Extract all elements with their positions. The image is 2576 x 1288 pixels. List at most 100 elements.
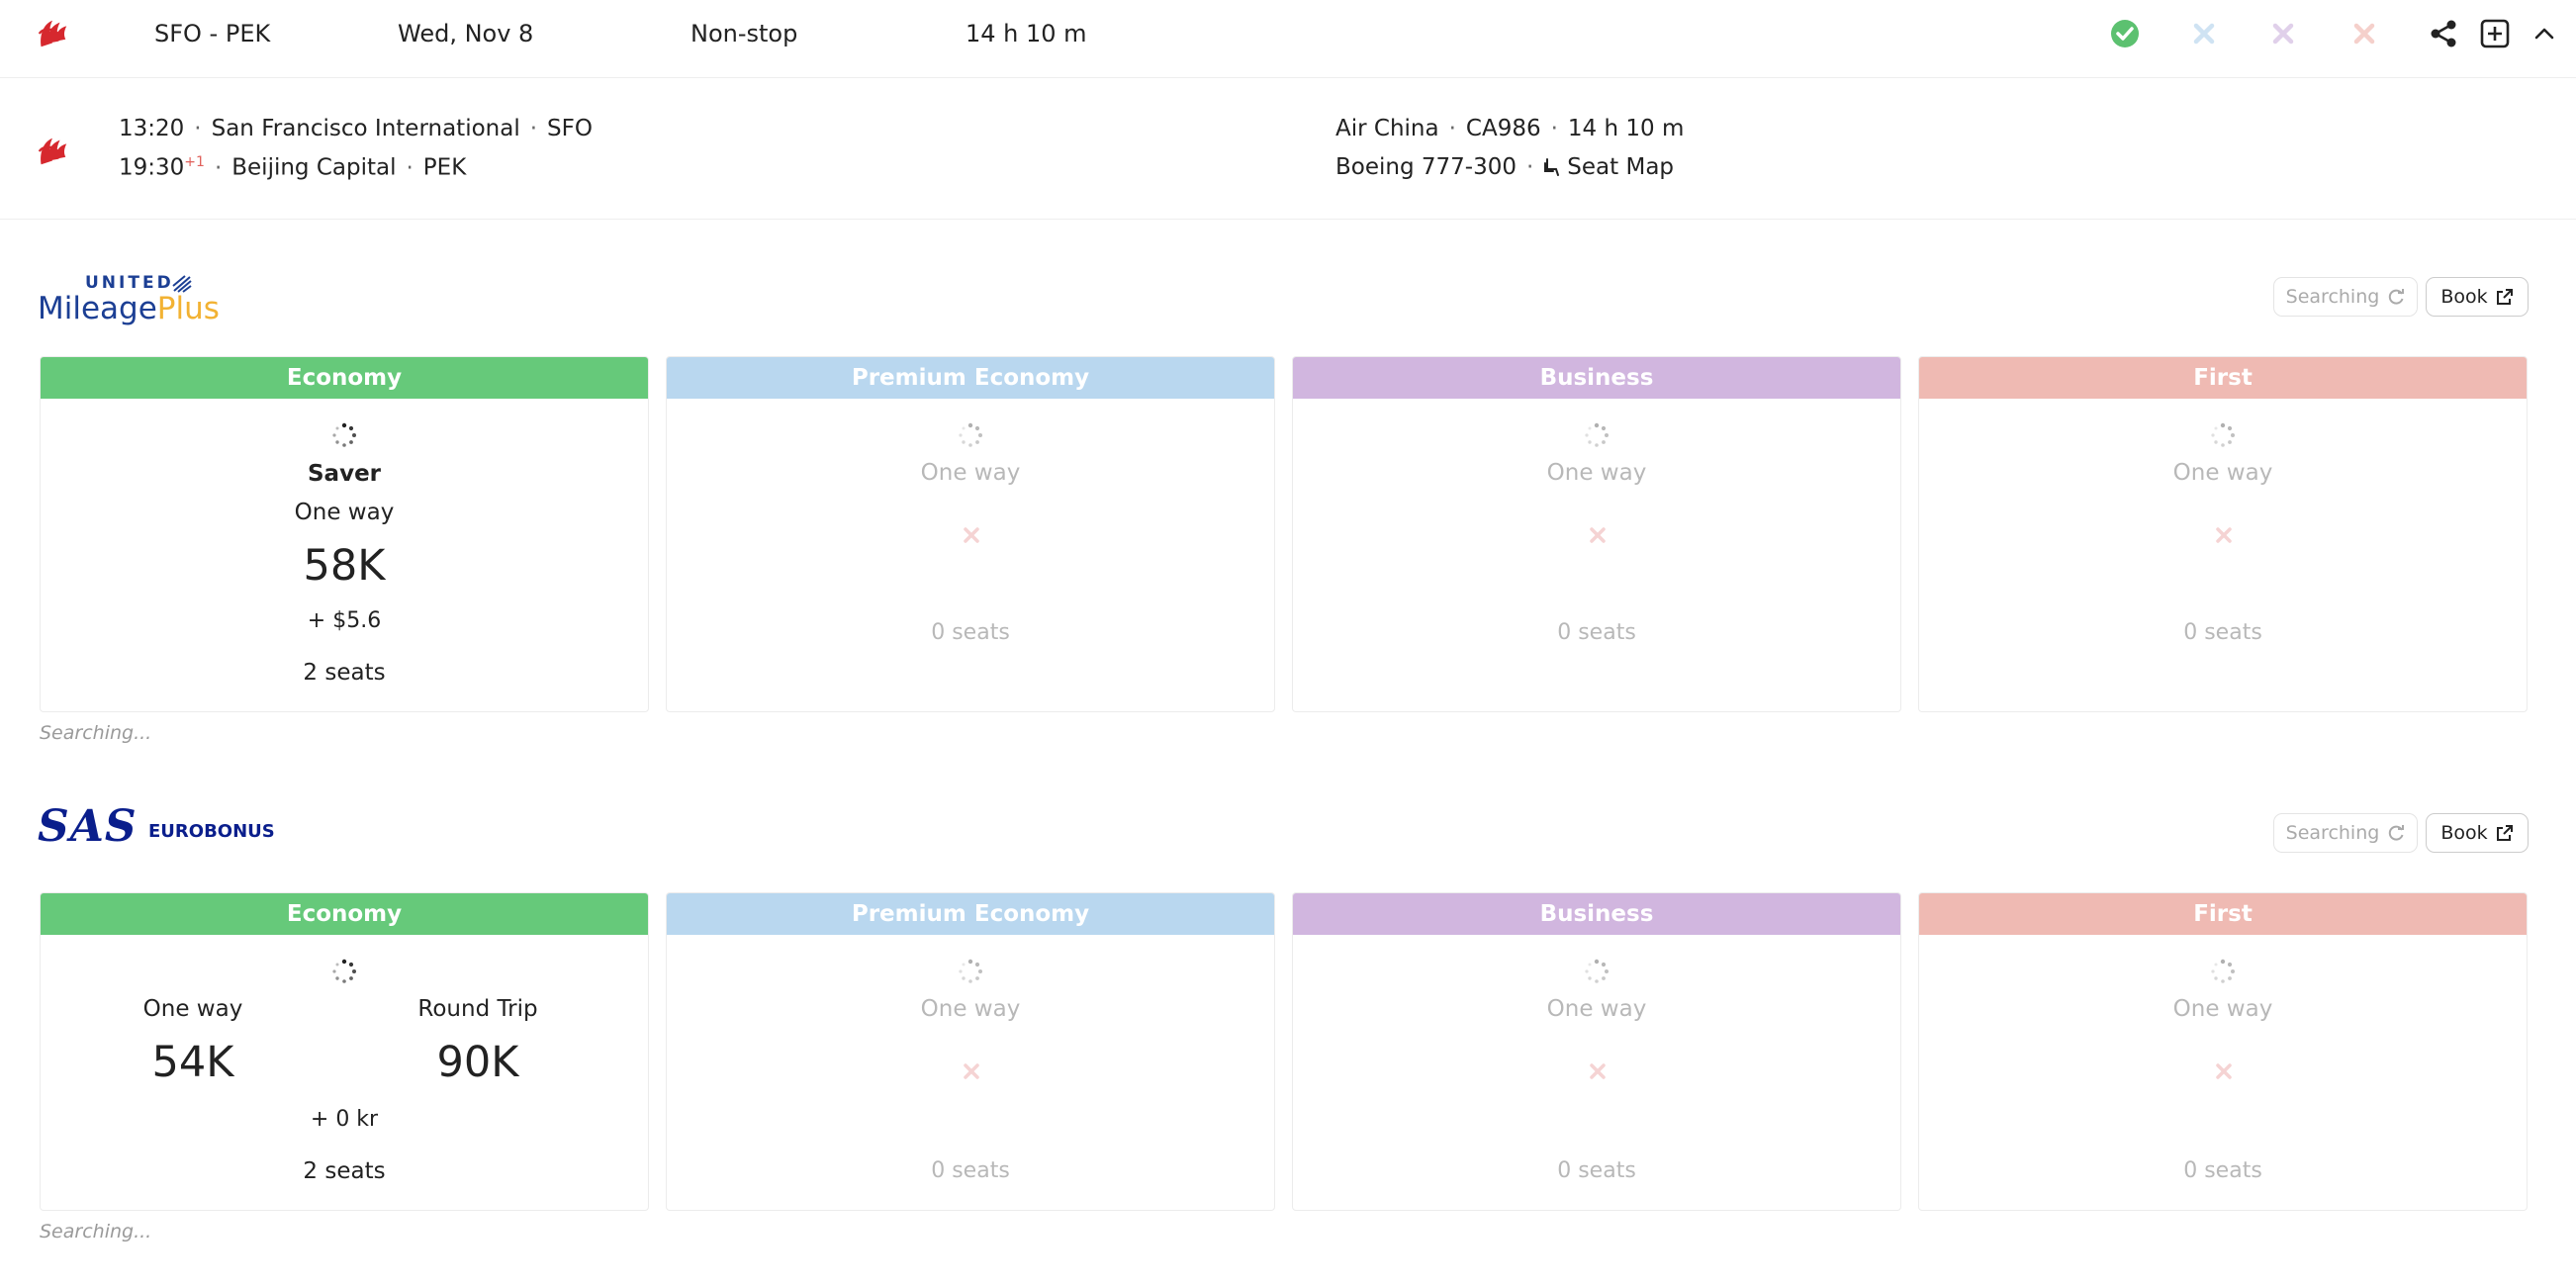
- aircraft-line: Boeing 777-300 · Seat Map: [1335, 154, 1675, 180]
- seat-map-link[interactable]: Seat Map: [1543, 154, 1674, 180]
- seats-count: 0 seats: [2183, 1158, 2262, 1183]
- refresh-icon: [2389, 289, 2405, 305]
- cabin-header: Economy: [41, 357, 648, 399]
- departure-line: 13:20 · San Francisco International · SFO: [119, 116, 593, 141]
- external-link-icon: [2496, 289, 2513, 305]
- seats-count: 0 seats: [1557, 1158, 1636, 1183]
- cabin-header: First: [1919, 357, 2527, 399]
- trip-type: One way: [1546, 460, 1647, 486]
- plus-text: Plus: [156, 291, 220, 326]
- route-text: SFO - PEK: [154, 20, 271, 47]
- loading-spinner-icon: [332, 422, 356, 447]
- miles-price-one-way: 54K: [151, 1038, 234, 1087]
- air-china-logo: [38, 20, 67, 47]
- trip-type: One way: [920, 460, 1021, 486]
- flight-details: 13:20 · San Francisco International · SFO 19…: [0, 78, 2576, 220]
- cabin-header: Premium Economy: [667, 893, 1274, 935]
- trip-type-round-trip: Round Trip: [417, 996, 538, 1022]
- refresh-icon: [2389, 825, 2405, 841]
- loading-spinner-icon: [2211, 959, 2235, 983]
- seats-count: 0 seats: [931, 620, 1010, 645]
- searching-button[interactable]: Searching: [2273, 813, 2418, 853]
- united-mileageplus-logo: UNITED MileagePlus: [38, 273, 220, 328]
- trip-type-one-way: One way: [142, 996, 243, 1022]
- stops-text: Non-stop: [690, 20, 798, 47]
- mileageplus-wordmark: MileagePlus: [38, 291, 220, 326]
- miles-price: 58K: [303, 541, 386, 591]
- flight-number: CA986: [1465, 116, 1541, 141]
- flight-duration: 14 h 10 m: [1567, 116, 1685, 141]
- airline-line: Air China · CA986 · 14 h 10 m: [1335, 116, 1685, 141]
- cabin-header: First: [1919, 893, 2527, 935]
- trip-type: One way: [2172, 460, 2273, 486]
- trip-type: One way: [294, 500, 395, 525]
- unavailable-x-icon: [964, 527, 979, 543]
- searching-label: Searching: [2285, 286, 2380, 308]
- loading-spinner-icon: [959, 959, 982, 983]
- cabin-card-first[interactable]: First One way 0 seats: [1918, 356, 2528, 712]
- cabin-card-economy[interactable]: Economy One way 54K Round Trip 90K + 0 k…: [40, 892, 649, 1211]
- day-offset: +1: [184, 154, 205, 170]
- seats-count: 2 seats: [303, 660, 386, 686]
- book-button[interactable]: Book: [2426, 813, 2529, 853]
- sas-eurobonus-logo: SAS EUROBONUS: [38, 801, 275, 855]
- share-icon[interactable]: [2428, 18, 2459, 49]
- business-status-x-icon: [2272, 23, 2294, 45]
- seat-map-label: Seat Map: [1567, 154, 1675, 180]
- unavailable-x-icon: [2216, 1063, 2232, 1079]
- departure-airport: San Francisco International: [211, 116, 520, 141]
- seat-icon: [1544, 158, 1560, 176]
- cabin-header: Premium Economy: [667, 357, 1274, 399]
- seats-count: 0 seats: [931, 1158, 1010, 1183]
- searching-status-text: Searching...: [40, 1221, 152, 1242]
- unavailable-x-icon: [2216, 527, 2232, 543]
- tax-amount: + $5.6: [307, 608, 382, 633]
- eurobonus-wordmark: EUROBONUS: [148, 821, 275, 842]
- aircraft-type: Boeing 777-300: [1335, 154, 1517, 180]
- check-circle-icon: [2111, 20, 2139, 47]
- departure-time: 13:20: [119, 116, 185, 141]
- cabin-card-premium-economy[interactable]: Premium Economy One way 0 seats: [666, 892, 1275, 1211]
- trip-type: One way: [920, 996, 1021, 1022]
- unavailable-x-icon: [1590, 527, 1606, 543]
- chevron-up-icon[interactable]: [2529, 18, 2560, 49]
- arrival-time: 19:30: [119, 154, 185, 181]
- book-label: Book: [2440, 822, 2488, 844]
- searching-label: Searching: [2285, 822, 2380, 844]
- cabin-card-business[interactable]: Business One way 0 seats: [1292, 892, 1901, 1211]
- sas-wordmark: SAS: [38, 801, 138, 852]
- unavailable-x-icon: [1590, 1063, 1606, 1079]
- arrival-airport: Beijing Capital: [231, 154, 397, 181]
- searching-button[interactable]: Searching: [2273, 277, 2418, 317]
- add-square-icon[interactable]: [2479, 18, 2511, 49]
- program-sas-eurobonus: SAS EUROBONUS Searching Book Economy One…: [0, 756, 2576, 1288]
- external-link-icon: [2496, 825, 2513, 841]
- tax-amount: + 0 kr: [310, 1107, 379, 1132]
- air-china-logo: [38, 138, 67, 165]
- united-wordmark: UNITED: [85, 273, 174, 293]
- seats-count: 0 seats: [1557, 620, 1636, 645]
- loading-spinner-icon: [1585, 422, 1609, 447]
- cabin-header: Business: [1293, 893, 1900, 935]
- flight-summary-bar[interactable]: SFO - PEK Wed, Nov 8 Non-stop 14 h 10 m: [0, 0, 2576, 78]
- cabin-card-business[interactable]: Business One way 0 seats: [1292, 356, 1901, 712]
- cabin-card-premium-economy[interactable]: Premium Economy One way 0 seats: [666, 356, 1275, 712]
- book-button[interactable]: Book: [2426, 277, 2529, 317]
- loading-spinner-icon: [959, 422, 982, 447]
- miles-price-round-trip: 90K: [436, 1038, 519, 1087]
- date-text: Wed, Nov 8: [398, 20, 534, 47]
- cabin-card-economy[interactable]: Economy Saver One way 58K + $5.6 2 seats: [40, 356, 649, 712]
- cabin-header: Economy: [41, 893, 648, 935]
- arrival-code: PEK: [422, 154, 467, 181]
- trip-type: One way: [2172, 996, 2273, 1022]
- fare-name: Saver: [307, 461, 382, 487]
- loading-spinner-icon: [1585, 959, 1609, 983]
- cabin-card-first[interactable]: First One way 0 seats: [1918, 892, 2528, 1211]
- trip-type: One way: [1546, 996, 1647, 1022]
- premium-status-x-icon: [2193, 23, 2215, 45]
- book-label: Book: [2440, 286, 2488, 308]
- searching-status-text: Searching...: [40, 722, 152, 744]
- unavailable-x-icon: [964, 1063, 979, 1079]
- loading-spinner-icon: [332, 959, 356, 983]
- program-united-mileageplus: UNITED MileagePlus Searching Book Econom…: [0, 220, 2576, 754]
